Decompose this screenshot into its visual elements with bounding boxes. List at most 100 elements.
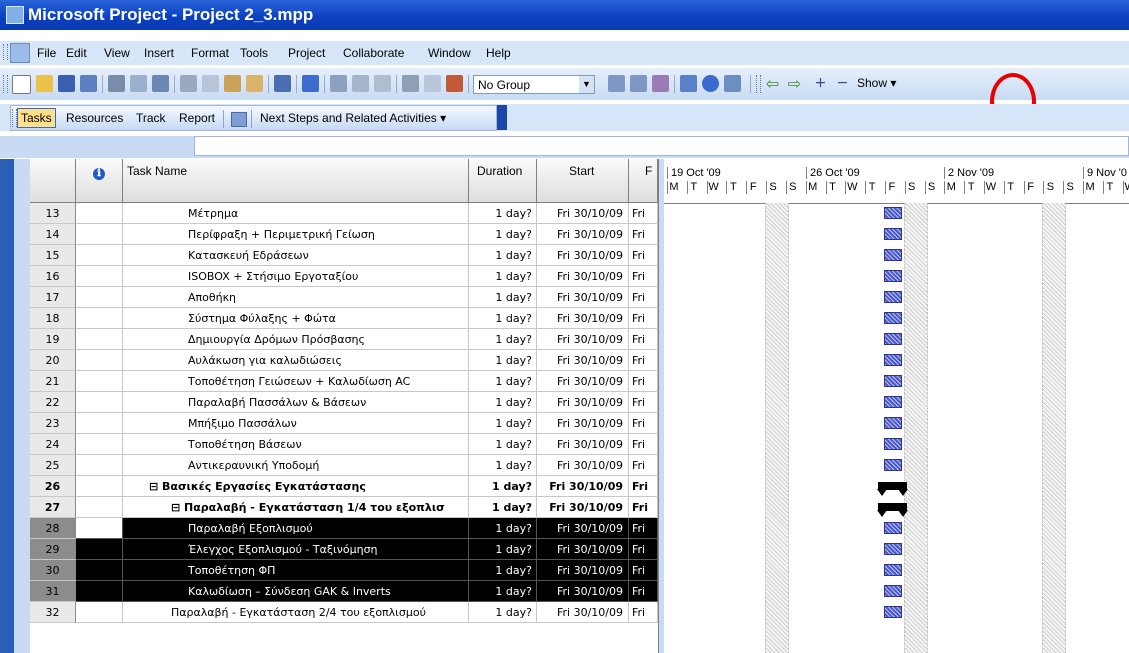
table-row[interactable]: 25 Αντικεραυνική Υποδομή 1 day? Fri 30/10/0…	[30, 455, 658, 476]
table-row[interactable]: 17 Αποθήκη 1 day? Fri 30/10/09 Fri	[30, 287, 658, 308]
menu-insert[interactable]: Insert	[144, 46, 174, 60]
spelling-icon[interactable]	[152, 75, 169, 92]
link-tasks-icon[interactable]	[330, 75, 347, 92]
menu-tools[interactable]: Tools	[240, 46, 268, 60]
task-bar[interactable]	[884, 312, 902, 324]
row-indicators[interactable]	[76, 581, 123, 602]
project-app-icon[interactable]	[6, 6, 24, 24]
finish-cell[interactable]: Fri	[629, 476, 658, 497]
duration-cell[interactable]: 1 day?	[469, 455, 537, 476]
task-bar[interactable]	[884, 375, 902, 387]
task-name-cell[interactable]: ⊟ Παραλαβή - Εγκατάσταση 1/4 του εξοπλισ	[123, 497, 469, 518]
indicators-header[interactable]: ℹ	[76, 159, 123, 203]
start-cell[interactable]: Fri 30/10/09	[537, 539, 629, 560]
start-cell[interactable]: Fri 30/10/09	[537, 455, 629, 476]
finish-cell[interactable]: Fri	[629, 350, 658, 371]
task-name-cell[interactable]: Κατασκευή Εδράσεων	[123, 245, 469, 266]
finish-cell[interactable]: Fri	[629, 581, 658, 602]
task-bar[interactable]	[884, 396, 902, 408]
table-row[interactable]: 15 Κατασκευή Εδράσεων 1 day? Fri 30/10/09 Fr…	[30, 245, 658, 266]
task-bar[interactable]	[884, 333, 902, 345]
save-icon[interactable]	[58, 75, 75, 92]
undo-icon[interactable]	[274, 75, 291, 92]
copy-icon[interactable]	[202, 75, 219, 92]
table-row[interactable]: 24 Τοποθέτηση Βάσεων 1 day? Fri 30/10/09 Fri	[30, 434, 658, 455]
task-name-cell[interactable]: Τοποθέτηση Βάσεων	[123, 434, 469, 455]
table-row[interactable]: 26 ⊟ Βασικές Εργασίες Εγκατάστασης 1 day? F…	[30, 476, 658, 497]
finish-cell[interactable]: Fri	[629, 266, 658, 287]
menu-collaborate[interactable]: Collaborate	[343, 46, 404, 60]
row-id[interactable]: 21	[30, 371, 76, 392]
finish-cell[interactable]: Fri	[629, 434, 658, 455]
zoom-in-icon[interactable]	[608, 75, 625, 92]
select-all-corner[interactable]	[30, 159, 76, 203]
task-bar[interactable]	[884, 270, 902, 282]
duration-cell[interactable]: 1 day?	[469, 581, 537, 602]
table-row[interactable]: 14 Περίφραξη + Περιμετρική Γείωση 1 day? Fr…	[30, 224, 658, 245]
row-id[interactable]: 30	[30, 560, 76, 581]
row-indicators[interactable]	[76, 434, 123, 455]
start-cell[interactable]: Fri 30/10/09	[537, 224, 629, 245]
duration-cell[interactable]: 1 day?	[469, 539, 537, 560]
task-bar[interactable]	[884, 543, 902, 555]
duration-header[interactable]: Duration	[469, 159, 537, 203]
copy-picture-icon[interactable]	[680, 75, 697, 92]
task-bar[interactable]	[884, 564, 902, 576]
row-indicators[interactable]	[76, 266, 123, 287]
finish-cell[interactable]: Fri	[629, 455, 658, 476]
menu-window[interactable]: Window	[428, 46, 471, 60]
start-cell[interactable]: Fri 30/10/09	[537, 581, 629, 602]
start-cell[interactable]: Fri 30/10/09	[537, 308, 629, 329]
summary-bar[interactable]	[877, 503, 908, 517]
task-name-cell[interactable]: Αποθήκη	[123, 287, 469, 308]
guide-toolbar-options[interactable]	[497, 105, 507, 130]
task-name-cell[interactable]: Τοποθέτηση Γειώσεων + Καλωδίωση AC	[123, 371, 469, 392]
table-row[interactable]: 13 Μέτρημα 1 day? Fri 30/10/09 Fri	[30, 203, 658, 224]
insert-hyperlink-icon[interactable]	[302, 75, 319, 92]
guide-toggle-icon[interactable]	[231, 112, 247, 127]
task-bar[interactable]	[884, 249, 902, 261]
open-icon[interactable]	[36, 75, 53, 92]
row-indicators[interactable]	[76, 224, 123, 245]
row-indicators[interactable]	[76, 560, 123, 581]
duration-cell[interactable]: 1 day?	[469, 518, 537, 539]
row-id[interactable]: 20	[30, 350, 76, 371]
task-bar[interactable]	[884, 606, 902, 618]
menu-file[interactable]: File	[37, 46, 56, 60]
start-cell[interactable]: Fri 30/10/09	[537, 434, 629, 455]
table-row[interactable]: 31 Καλωδίωση – Σύνδεση GAK & Inverts 1 day…	[30, 581, 658, 602]
row-id[interactable]: 27	[30, 497, 76, 518]
task-bar[interactable]	[884, 522, 902, 534]
guide-tab-tasks[interactable]: Tasks	[17, 108, 56, 128]
start-cell[interactable]: Fri 30/10/09	[537, 245, 629, 266]
finish-cell[interactable]: Fri	[629, 392, 658, 413]
task-bar[interactable]	[884, 438, 902, 450]
help-icon[interactable]	[702, 75, 719, 92]
format-painter-icon[interactable]	[246, 75, 263, 92]
new-icon[interactable]	[12, 75, 31, 94]
guide-tab-resources[interactable]: Resources	[66, 111, 123, 125]
row-indicators[interactable]	[76, 329, 123, 350]
document-icon[interactable]	[10, 43, 30, 63]
task-name-cell[interactable]: Δημιουργία Δρόμων Πρόσβασης	[123, 329, 469, 350]
row-id[interactable]: 13	[30, 203, 76, 224]
row-indicators[interactable]	[76, 413, 123, 434]
duration-cell[interactable]: 1 day?	[469, 413, 537, 434]
duration-cell[interactable]: 1 day?	[469, 560, 537, 581]
start-cell[interactable]: Fri 30/10/09	[537, 287, 629, 308]
cut-icon[interactable]	[180, 75, 197, 92]
start-cell[interactable]: Fri 30/10/09	[537, 476, 629, 497]
filter-icon[interactable]	[652, 75, 669, 92]
row-indicators[interactable]	[76, 539, 123, 560]
paste-icon[interactable]	[224, 75, 241, 92]
start-cell[interactable]: Fri 30/10/09	[537, 266, 629, 287]
task-name-cell[interactable]: Αυλάκωση για καλωδιώσεις	[123, 350, 469, 371]
guide-tab-report[interactable]: Report	[179, 111, 215, 125]
finish-cell[interactable]: Fri	[629, 308, 658, 329]
row-indicators[interactable]	[76, 371, 123, 392]
group-by-dropdown[interactable]: No Group ▼	[473, 75, 595, 94]
row-indicators[interactable]	[76, 455, 123, 476]
row-id[interactable]: 18	[30, 308, 76, 329]
task-name-cell[interactable]: Σύστημα Φύλαξης + Φώτα	[123, 308, 469, 329]
entry-field[interactable]	[194, 136, 1129, 156]
